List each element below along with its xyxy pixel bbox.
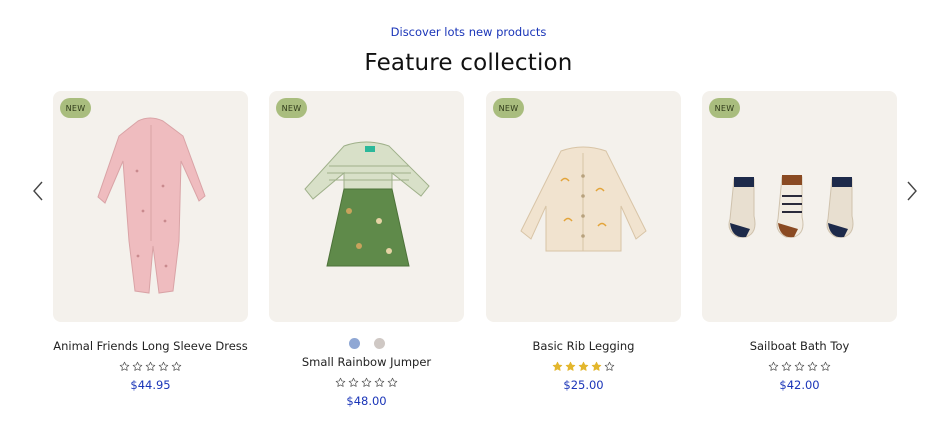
cream-cardigan-image [520,146,647,252]
product-image[interactable]: NEW [53,91,248,322]
green-dress-image [304,141,430,267]
carousel-prev-button[interactable] [30,178,46,204]
product-card[interactable]: NEW Animal Friends Long Sleeve Dress $44… [53,91,248,392]
section-title: Feature collection [364,50,573,76]
carousel-next-button[interactable] [904,178,920,204]
star-empty-icon [348,377,359,387]
product-price: $42.00 [779,378,820,392]
socks-image [728,175,854,238]
star-filled-icon [552,361,563,371]
product-name[interactable]: Basic Rib Legging [486,339,681,353]
star-empty-icon [794,361,805,371]
product-price: $48.00 [346,394,387,408]
chevron-right-icon [907,181,917,201]
star-empty-icon [361,377,372,387]
star-empty-icon [387,377,398,387]
star-empty-icon [145,361,156,371]
product-card[interactable]: NEW Small Rainbow Jumper $48.00 [269,91,464,408]
star-filled-icon [591,361,602,371]
star-empty-icon [132,361,143,371]
star-empty-icon [781,361,792,371]
star-empty-icon [119,361,130,371]
product-card[interactable]: NEW Sailboat Bath Toy $42.00 [702,91,897,392]
star-empty-icon [820,361,831,371]
product-name[interactable]: Small Rainbow Jumper [269,355,464,369]
star-empty-icon [807,361,818,371]
star-filled-icon [565,361,576,371]
product-name[interactable]: Sailboat Bath Toy [702,339,897,353]
star-empty-icon [768,361,779,371]
star-filled-icon [578,361,589,371]
section-subtitle: Discover lots new products [390,25,547,39]
rating-stars [702,361,897,373]
star-empty-icon [335,377,346,387]
product-card[interactable]: NEW Basic Rib Legging $25.00 [486,91,681,392]
product-price: $25.00 [563,378,604,392]
new-badge: NEW [276,98,307,118]
new-badge: NEW [709,98,740,118]
rating-stars [53,361,248,373]
product-image[interactable]: NEW [702,91,897,322]
new-badge: NEW [493,98,524,118]
color-swatches [269,338,464,350]
new-badge: NEW [60,98,91,118]
pink-sleepsuit-image [97,117,206,294]
chevron-left-icon [33,181,43,201]
color-swatch[interactable] [373,338,385,349]
star-empty-icon [158,361,169,371]
product-price: $44.95 [130,378,171,392]
product-image[interactable]: NEW [269,91,464,322]
rating-stars [486,361,681,373]
color-swatch[interactable] [348,338,360,349]
rating-stars [269,377,464,389]
star-empty-icon [374,377,385,387]
star-empty-icon [604,361,615,371]
product-name[interactable]: Animal Friends Long Sleeve Dress [53,339,248,353]
product-image[interactable]: NEW [486,91,681,322]
star-empty-icon [171,361,182,371]
